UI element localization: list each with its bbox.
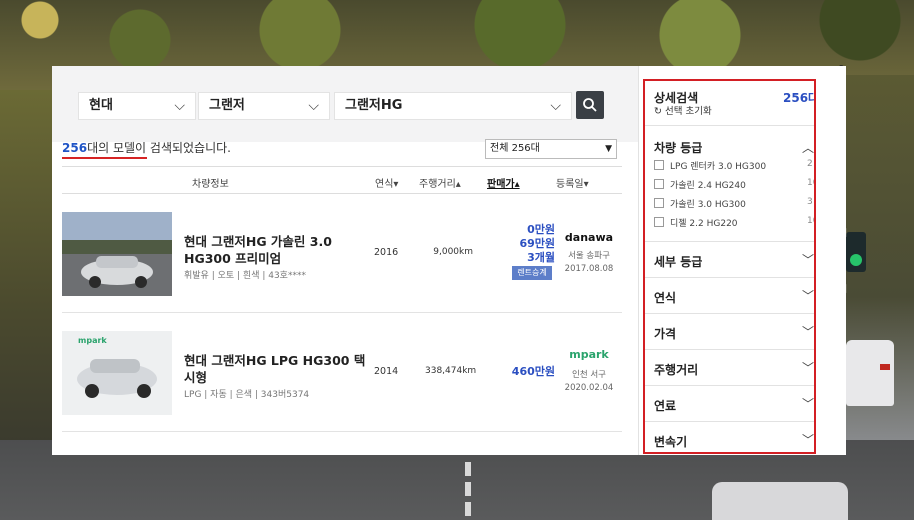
danawa-logo: danawa xyxy=(564,231,614,244)
seller-info: danawa 서울 송파구 2017.08.08 xyxy=(560,231,618,276)
grade-option[interactable]: 디젤 2.2 HG220 xyxy=(654,216,738,229)
table-header: 차량정보 연식▾ 주행거리▴ 판매가▴ 등록일▾ xyxy=(62,166,622,194)
checkbox[interactable] xyxy=(654,179,664,189)
chevron-down-icon: ﹀ xyxy=(802,397,815,411)
filter-section-title: 연식 xyxy=(654,291,677,305)
grade-option-count: 10 xyxy=(807,216,814,226)
maker-select[interactable]: 현대 ⌵ xyxy=(78,92,196,120)
filter-panel: 상세검색 256대 ↻ 선택 초기화 차량 등급 ︿ LPG 렌터카 3.0 H… xyxy=(643,79,816,454)
filter-section-title: 주행거리 xyxy=(654,363,699,377)
grade-option-count: 10 xyxy=(807,178,814,188)
chevron-down-icon: ⌵ xyxy=(308,98,319,114)
mpark-logo: mpark xyxy=(569,348,609,361)
sort-price[interactable]: 판매가▴ xyxy=(487,175,520,190)
result-count-unit: 대의 모델 xyxy=(87,141,136,155)
seller-info: mpark 인천 서구 2020.02.04 xyxy=(560,348,618,395)
grade-option-count: 2 xyxy=(807,159,813,169)
submodel-select-value: 그랜저HG xyxy=(345,98,403,113)
listing-year: 2016 xyxy=(374,247,399,258)
total-select-value: 전체 256대 xyxy=(490,143,540,154)
filter-section-title: 가격 xyxy=(654,327,677,341)
listing-price-term: 3개월 xyxy=(527,251,555,264)
listing-year: 2014 xyxy=(374,366,399,377)
chevron-down-icon: ﹀ xyxy=(802,433,815,447)
submodel-select[interactable]: 그랜저HG ⌵ xyxy=(334,92,572,120)
car-thumbnail[interactable]: mpark xyxy=(62,331,172,415)
chevron-up-icon[interactable]: ︿ xyxy=(802,139,814,156)
chevron-down-icon: ﹀ xyxy=(802,253,815,267)
grade-option[interactable]: 가솔린 2.4 HG240 xyxy=(654,178,746,191)
table-row[interactable]: mpark 현대 그랜저HG LPG HG300 택시형 LPG | 자동 | … xyxy=(62,314,622,432)
filter-section-price[interactable]: 가격 ﹀ xyxy=(645,313,815,349)
filter-section-mileage[interactable]: 주행거리 ﹀ xyxy=(645,349,815,385)
result-count-number: 256 xyxy=(62,141,88,155)
filter-section-title: 연료 xyxy=(654,399,677,413)
listing-mileage: 338,474km xyxy=(425,366,477,376)
grade-section-title[interactable]: 차량 등급 xyxy=(654,139,702,156)
checkbox[interactable] xyxy=(654,198,664,208)
listing-meta: 휘발유 | 오토 | 흰색 | 43호**** xyxy=(184,271,306,281)
listing-date: 2020.02.04 xyxy=(564,383,614,393)
reset-filter-button[interactable]: ↻ 선택 초기화 xyxy=(654,103,712,117)
grade-section: 차량 등급 ︿ LPG 렌터카 3.0 HG300 2 가솔린 2.4 HG24… xyxy=(645,125,814,241)
search-button[interactable] xyxy=(576,91,604,119)
grade-option-count: 3 xyxy=(807,197,813,207)
sort-year[interactable]: 연식▾ xyxy=(375,175,398,190)
chevron-down-icon: ⌵ xyxy=(550,98,561,114)
search-bar: 현대 ⌵ 그랜저 ⌵ 그랜저HG ⌵ xyxy=(52,66,642,142)
chevron-down-icon: ﹀ xyxy=(802,325,815,339)
refresh-icon: ↻ xyxy=(654,106,662,117)
listing-title[interactable]: 현대 그랜저HG LPG HG300 택시형 xyxy=(184,352,369,386)
listing-price-monthly: 69만원 xyxy=(519,237,555,250)
filter-count: 256대 xyxy=(783,91,816,105)
checkbox[interactable] xyxy=(654,217,664,227)
grade-option[interactable]: 가솔린 3.0 HG300 xyxy=(654,197,746,210)
filter-section-fuel[interactable]: 연료 ﹀ xyxy=(645,385,815,421)
filter-section-title: 변속기 xyxy=(654,435,688,449)
reset-filter-label: 선택 초기화 xyxy=(665,106,712,117)
chevron-down-icon: ⌵ xyxy=(174,98,185,114)
model-select-value: 그랜저 xyxy=(209,98,245,113)
chevron-down-icon: ﹀ xyxy=(802,289,815,303)
red-underline-annotation xyxy=(62,157,147,159)
filter-section-transmission[interactable]: 변속기 ﹀ xyxy=(645,421,815,452)
sort-date[interactable]: 등록일▾ xyxy=(556,175,589,190)
listing-price: 460만원 xyxy=(511,365,555,378)
grade-option[interactable]: LPG 렌터카 3.0 HG300 xyxy=(654,159,766,172)
result-count: 256대의 모델이 검색되었습니다. xyxy=(62,139,231,159)
maker-select-value: 현대 xyxy=(89,98,113,113)
seller-location: 서울 송파구 xyxy=(568,251,610,261)
listing-price-deposit: 0만원 xyxy=(527,223,555,236)
car-thumbnail[interactable] xyxy=(62,212,172,296)
listing-meta: LPG | 자동 | 은색 | 343버5374 xyxy=(184,390,310,400)
chevron-down-icon: ﹀ xyxy=(802,361,815,375)
search-icon xyxy=(583,98,597,112)
listing-mileage: 9,000km xyxy=(433,247,473,257)
filter-section-year[interactable]: 연식 ﹀ xyxy=(645,277,815,313)
result-count-suffix: 이 검색되었습니다. xyxy=(135,141,231,155)
mpark-thumb-logo: mpark xyxy=(78,336,107,345)
column-info: 차량정보 xyxy=(192,179,229,190)
listing-date: 2017.08.08 xyxy=(564,264,614,274)
filter-section-title: 세부 등급 xyxy=(654,255,703,269)
seller-location: 인천 서구 xyxy=(572,370,606,380)
table-row[interactable]: 현대 그랜저HG 가솔린 3.0 HG300 프리미엄 휘발유 | 오토 | 흰… xyxy=(62,195,622,313)
checkbox[interactable] xyxy=(654,160,664,170)
model-select[interactable]: 그랜저 ⌵ xyxy=(198,92,330,120)
filter-section-detail-grade[interactable]: 세부 등급 ﹀ xyxy=(645,241,815,277)
listing-title[interactable]: 현대 그랜저HG 가솔린 3.0 HG300 프리미엄 xyxy=(184,233,369,267)
sort-mileage[interactable]: 주행거리▴ xyxy=(419,175,461,190)
caret-down-icon: ▼ xyxy=(605,144,612,154)
total-count-select[interactable]: 전체 256대 ▼ xyxy=(485,139,617,159)
rent-transfer-badge: 렌트승계 xyxy=(512,266,552,280)
